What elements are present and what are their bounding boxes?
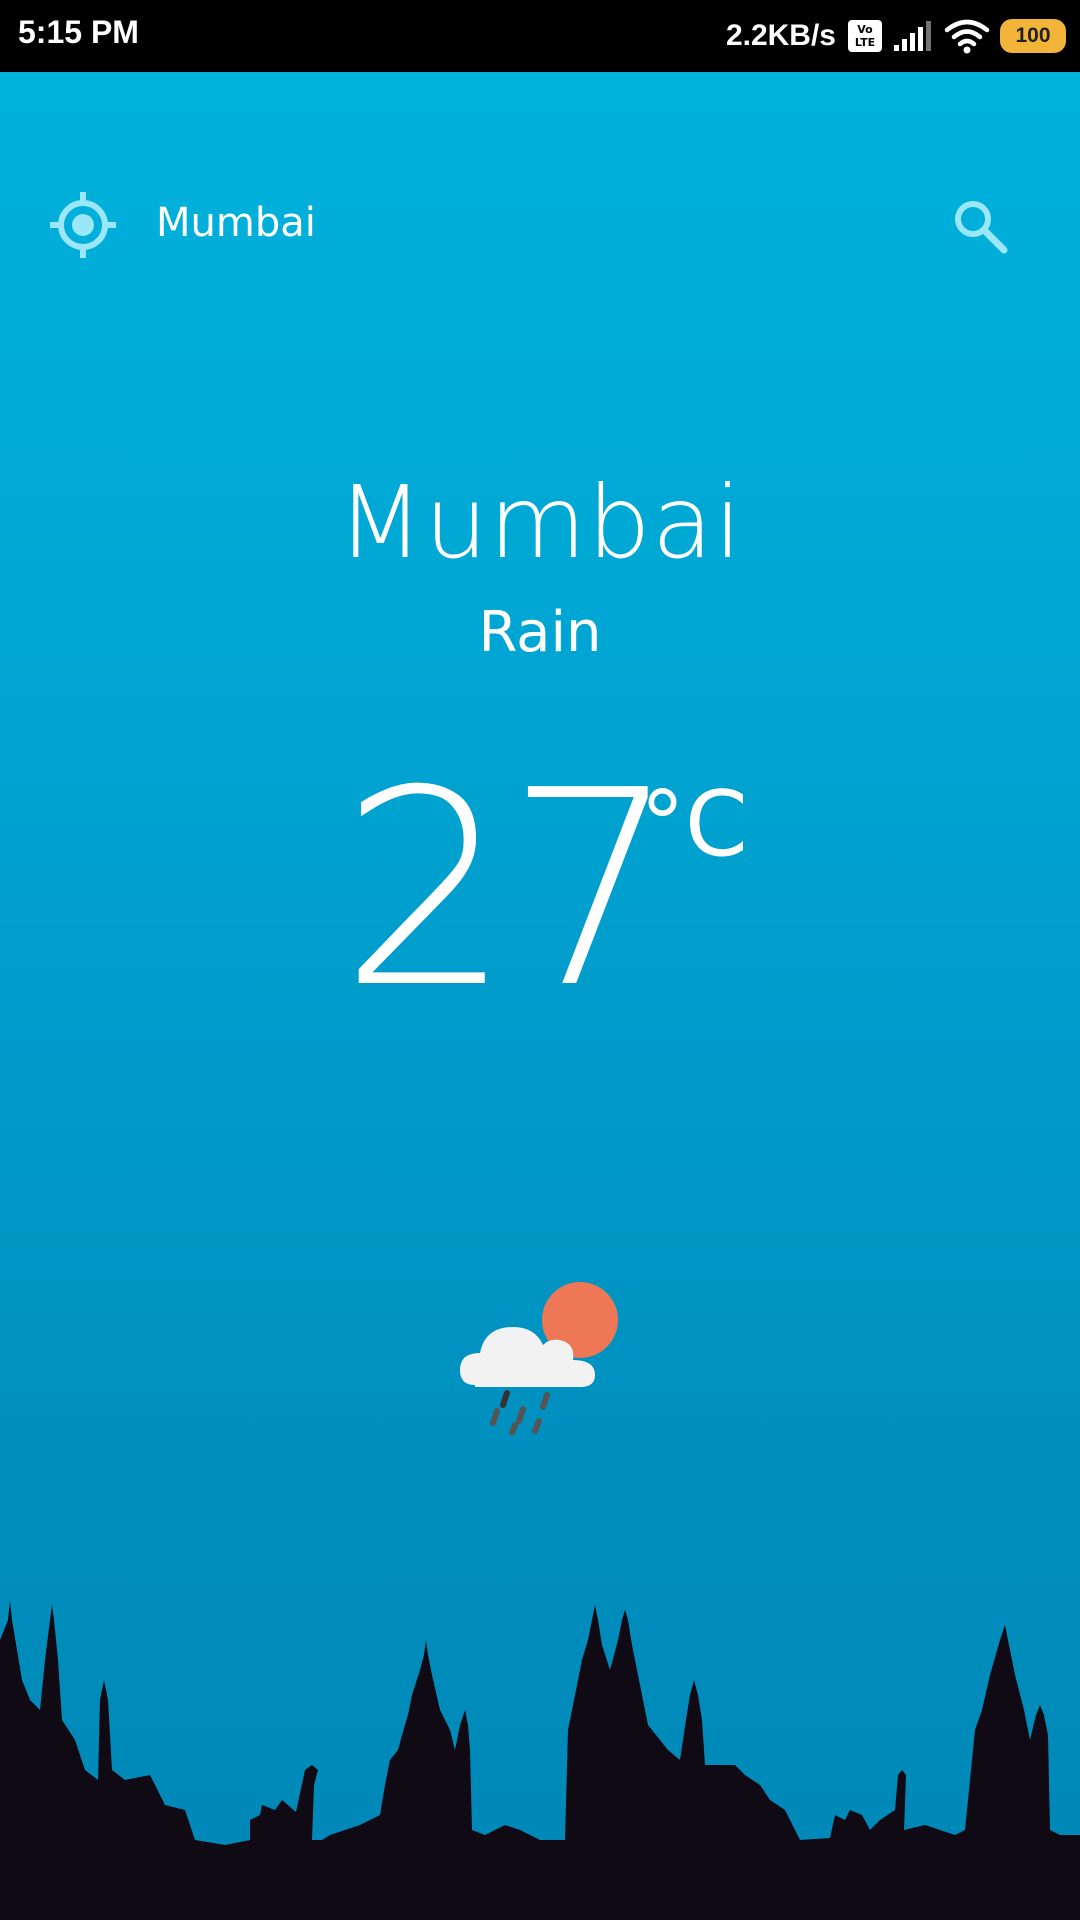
wifi-icon (944, 19, 990, 54)
temperature-value: 27 (340, 732, 678, 1047)
toolbar-city-label[interactable]: Mumbai (156, 200, 316, 246)
cloud-sun-rain-icon (460, 1282, 618, 1435)
temperature-display: 27 °C (340, 732, 760, 1047)
city-skyline-silhouette (0, 1600, 1080, 1920)
city-name: Mumbai (337, 464, 743, 581)
toolbar: Mumbai (0, 180, 1080, 280)
battery-indicator: 100 (1000, 19, 1066, 53)
my-location-icon[interactable] (48, 190, 118, 260)
volte-bottom-label: LTE (854, 36, 876, 49)
status-icons: 2.2KB/s Vo LTE 100 (726, 0, 1066, 72)
volte-icon: Vo LTE (848, 20, 882, 52)
network-speed: 2.2KB/s (725, 19, 836, 52)
temperature-unit: °C (640, 772, 748, 877)
weather-screen: 5:15 PM 2.2KB/s Vo LTE 100 Mumbai Mumbai… (0, 0, 1080, 1920)
status-time: 5:15 PM (18, 14, 139, 50)
volte-top-label: Vo (857, 23, 873, 36)
weather-condition: Rain (478, 600, 602, 665)
signal-icon (894, 21, 931, 51)
status-bar: 5:15 PM 2.2KB/s Vo LTE 100 (0, 0, 1080, 72)
search-icon[interactable] (950, 196, 1010, 256)
